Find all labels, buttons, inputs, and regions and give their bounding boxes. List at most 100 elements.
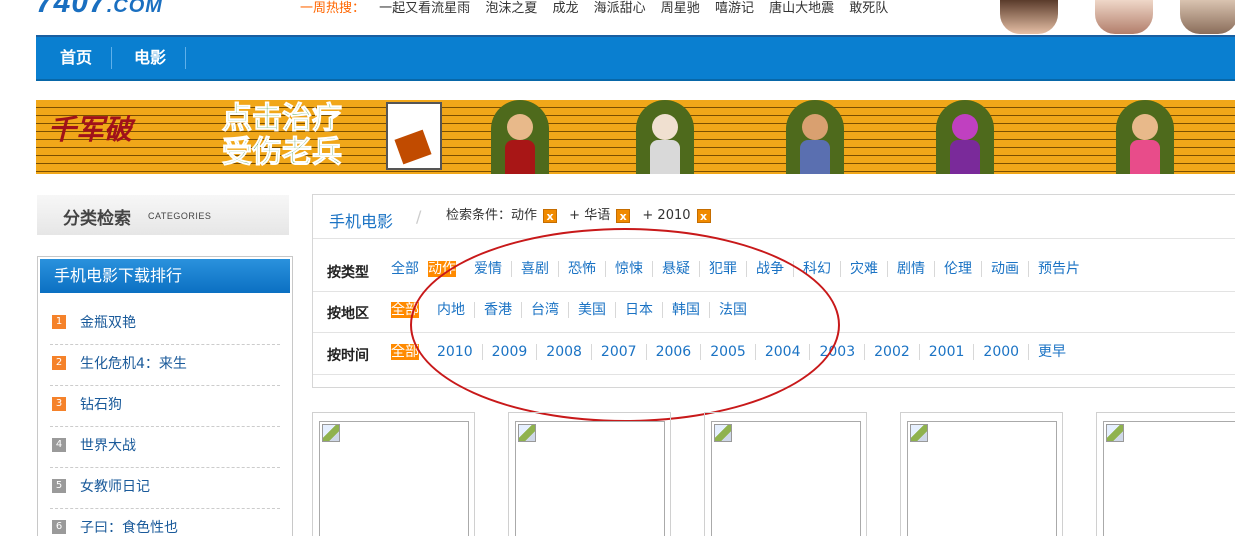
hot-search-link[interactable]: 一起又看流星雨 — [379, 1, 470, 16]
filter-option[interactable]: 2003 — [809, 344, 864, 360]
hot-searches-label: 一周热搜： — [300, 1, 366, 16]
categories-header: 分类检索 CATEGORIES — [37, 195, 289, 235]
hot-search-link[interactable]: 嘻游记 — [715, 1, 754, 16]
ranking-link[interactable]: 世界大战 — [80, 435, 136, 455]
filter-option[interactable]: 2004 — [754, 344, 810, 360]
rank-number: 2 — [52, 356, 66, 370]
filter-option[interactable]: 2010 — [428, 344, 482, 360]
filter-option[interactable]: 2005 — [700, 344, 755, 360]
filter-option[interactable]: 2001 — [918, 344, 974, 360]
filter-option[interactable]: 战争 — [746, 261, 793, 277]
ranking-link[interactable]: 钻石狗 — [80, 394, 122, 414]
list-item: 4 世界大战 — [50, 427, 280, 468]
rank-number: 5 — [52, 479, 66, 493]
broken-image-icon — [319, 421, 469, 536]
filter-option[interactable]: 全部 — [391, 344, 419, 360]
movie-thumbnail[interactable] — [900, 412, 1063, 536]
filter-panel: 手机电影 / 检索条件：动作 x + 华语 x + 2010 x 按类型 全部 动作 爱情… — [312, 194, 1235, 388]
filter-option[interactable]: 喜剧 — [511, 261, 558, 277]
hot-search-link[interactable]: 泡沫之夏 — [485, 1, 537, 16]
remove-icon[interactable]: x — [616, 208, 631, 223]
filter-option[interactable]: 悬疑 — [652, 261, 699, 277]
header-photo — [1000, 0, 1058, 34]
filter-option[interactable]: 惊悚 — [605, 261, 652, 277]
ranking-title: 手机电影下载排行 — [40, 259, 290, 293]
condition-prefix: + — [642, 208, 654, 223]
filter-option[interactable]: 美国 — [568, 302, 615, 318]
banner-ad[interactable]: 千军破 点击治疗 受伤老兵 — [36, 100, 1235, 174]
download-ranking: 手机电影下载排行 1 金瓶双艳 2 生化危机4：来生 3 钻石狗 4 世界大战 5 女教师… — [37, 256, 293, 536]
filter-option[interactable]: 2008 — [536, 344, 591, 360]
hot-search-link[interactable]: 敢死队 — [849, 1, 888, 16]
filter-option[interactable]: 2000 — [973, 344, 1028, 360]
filter-option[interactable]: 动作 — [428, 261, 456, 277]
filter-label: 按地区 — [327, 306, 369, 322]
filter-option[interactable]: 全部 — [391, 302, 419, 318]
hot-search-link[interactable]: 周星驰 — [661, 1, 700, 16]
ranking-list: 1 金瓶双艳 2 生化危机4：来生 3 钻石狗 4 世界大战 5 女教师日记 6 子曰：食色… — [50, 304, 280, 536]
filter-option[interactable]: 2007 — [590, 344, 646, 360]
movie-thumbnail[interactable] — [312, 412, 475, 536]
filter-label: 按类型 — [327, 265, 369, 281]
nav-item-movie[interactable]: 电影 — [114, 37, 186, 79]
ranking-link[interactable]: 子曰：食色性也 — [80, 517, 178, 536]
filter-option[interactable]: 动画 — [981, 261, 1028, 277]
nav-divider — [111, 47, 112, 69]
remove-icon[interactable]: x — [543, 208, 558, 223]
movie-thumbnail[interactable] — [704, 412, 867, 536]
rank-number: 4 — [52, 438, 66, 452]
rank-number: 6 — [52, 520, 66, 534]
categories-title: 分类检索 — [63, 209, 131, 229]
filter-option[interactable]: 内地 — [428, 302, 474, 318]
condition-chip: + 华语 x — [569, 206, 631, 226]
header-photo — [1180, 0, 1235, 34]
filter-option[interactable]: 2002 — [864, 344, 919, 360]
filter-option[interactable]: 伦理 — [934, 261, 981, 277]
filter-option[interactable]: 日本 — [615, 302, 662, 318]
filter-label: 按时间 — [327, 348, 369, 364]
filter-option[interactable]: 恐怖 — [558, 261, 605, 277]
hot-search-link[interactable]: 唐山大地震 — [769, 1, 834, 16]
filter-options: 全部 动作 爱情 喜剧 恐怖 惊悚 悬疑 犯罪 战争 科幻 灾难 剧情 伦理 动画 预告片 — [391, 261, 1089, 277]
soldier-figure — [636, 100, 694, 174]
logo-suffix: .COM — [106, 0, 163, 16]
filter-option[interactable]: 全部 — [391, 261, 428, 277]
nav-item-home[interactable]: 首页 — [40, 37, 112, 79]
banner-game-title: 千军破 — [48, 113, 133, 146]
filter-option[interactable]: 剧情 — [887, 261, 934, 277]
filter-option[interactable]: 2006 — [645, 344, 701, 360]
broken-image-icon — [907, 421, 1057, 536]
site-logo[interactable]: 7407.COM — [36, 0, 163, 16]
condition-chip: 动作 x — [511, 206, 558, 226]
filter-option[interactable]: 预告片 — [1028, 261, 1089, 277]
ranking-link[interactable]: 金瓶双艳 — [80, 312, 136, 332]
filter-row-region: 按地区 全部 内地 香港 台湾 美国 日本 韩国 法国 — [313, 292, 1235, 333]
list-item: 2 生化危机4：来生 — [50, 345, 280, 386]
remove-icon[interactable]: x — [696, 208, 711, 223]
filter-option[interactable]: 科幻 — [793, 261, 840, 277]
main-nav: 首页 电影 — [36, 35, 1235, 81]
breadcrumb-title[interactable]: 手机电影 — [329, 208, 393, 232]
list-item: 3 钻石狗 — [50, 386, 280, 427]
filter-option[interactable]: 爱情 — [465, 261, 511, 277]
filter-option[interactable]: 更早 — [1028, 344, 1075, 360]
hot-search-link[interactable]: 成龙 — [552, 1, 578, 16]
filter-option[interactable]: 韩国 — [662, 302, 709, 318]
conditions-label: 检索条件： — [446, 208, 512, 223]
hot-search-link[interactable]: 海派甜心 — [594, 1, 646, 16]
filter-option[interactable]: 法国 — [709, 302, 756, 318]
movie-thumbnail[interactable] — [1096, 412, 1235, 536]
broken-image-icon — [711, 421, 861, 536]
ranking-link[interactable]: 女教师日记 — [80, 476, 150, 496]
movie-thumbnail[interactable] — [508, 412, 671, 536]
filter-option[interactable]: 2009 — [481, 344, 537, 360]
filter-options: 全部 2010 2009 2008 2007 2006 2005 2004 2003 2002 20… — [391, 344, 1075, 360]
rank-number: 1 — [52, 315, 66, 329]
list-item: 6 子曰：食色性也 — [50, 509, 280, 536]
broken-image-icon — [1103, 421, 1235, 536]
filter-option[interactable]: 犯罪 — [699, 261, 746, 277]
filter-option[interactable]: 灾难 — [840, 261, 887, 277]
filter-option[interactable]: 台湾 — [521, 302, 568, 318]
ranking-link[interactable]: 生化危机4：来生 — [80, 353, 187, 373]
filter-option[interactable]: 香港 — [474, 302, 521, 318]
